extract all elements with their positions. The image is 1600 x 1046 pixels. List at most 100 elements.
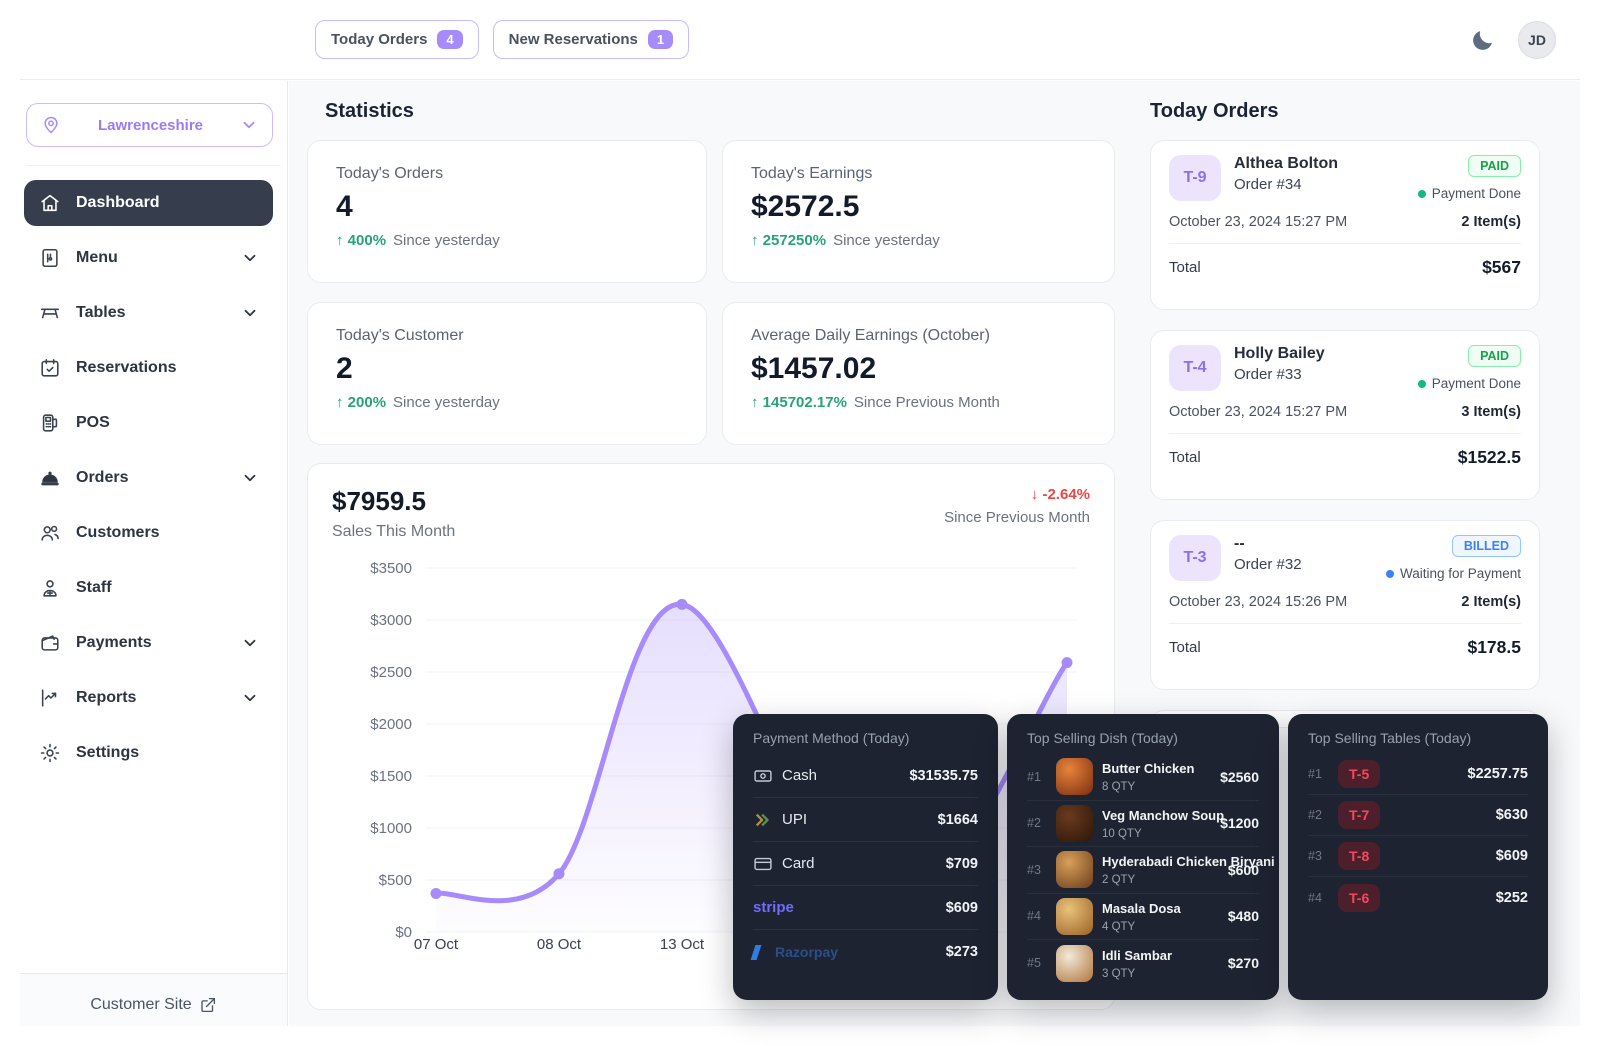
table-rank: #1 bbox=[1308, 767, 1328, 781]
table-badge: T-5 bbox=[1338, 760, 1380, 788]
stat-caption: Since Previous Month bbox=[854, 394, 1000, 411]
sidebar-item-staff[interactable]: Staff bbox=[24, 565, 273, 611]
sidebar-item-label: Orders bbox=[76, 469, 227, 487]
sidebar-item-menu[interactable]: Menu bbox=[24, 235, 273, 281]
chevron-down-icon bbox=[241, 249, 259, 267]
today-orders-button[interactable]: Today Orders 4 bbox=[315, 20, 479, 59]
order-number: Order #33 bbox=[1234, 366, 1325, 383]
svg-text:$500: $500 bbox=[379, 872, 412, 889]
table-amount: $630 bbox=[1496, 807, 1528, 823]
stat-card: Today's Earnings$2572.5↑ 257250%Since ye… bbox=[722, 140, 1115, 283]
stat-value: $1457.02 bbox=[751, 352, 1086, 386]
stat-label: Average Daily Earnings (October) bbox=[751, 327, 1086, 345]
top-table-rows: #1T-5$2257.75#2T-7$630#3T-8$609#4T-6$252 bbox=[1308, 754, 1528, 918]
dark-mode-toggle[interactable] bbox=[1468, 25, 1498, 55]
order-items-count: 2 Item(s) bbox=[1461, 214, 1521, 230]
dish-amount: $270 bbox=[1228, 955, 1259, 971]
cash-icon bbox=[753, 766, 773, 786]
table-badge: T-7 bbox=[1338, 801, 1380, 829]
order-number: Order #32 bbox=[1234, 556, 1302, 573]
dish-photo bbox=[1056, 851, 1093, 888]
sidebar-item-settings[interactable]: Settings bbox=[24, 730, 273, 776]
svg-text:$2000: $2000 bbox=[370, 716, 412, 733]
total-amount: $567 bbox=[1482, 257, 1521, 278]
customer-name: -- bbox=[1234, 535, 1302, 553]
sidebar-item-customers[interactable]: Customers bbox=[24, 510, 273, 556]
payment-method-row: Card$709 bbox=[753, 842, 978, 886]
total-label: Total bbox=[1169, 259, 1201, 276]
today-orders-list: T-9 Althea Bolton Order #34 PAID Payment… bbox=[1150, 140, 1540, 728]
sidebar-nav: Dashboard Menu Tables Reservations POS Orders… bbox=[20, 172, 287, 973]
svg-text:07 Oct: 07 Oct bbox=[414, 936, 459, 953]
total-label: Total bbox=[1169, 639, 1201, 656]
top-dish-row: #2Veg Manchow Soup10 QTY$1200 bbox=[1027, 801, 1259, 848]
payment-method-row: Razorpay$273 bbox=[753, 930, 978, 974]
total-amount: $1522.5 bbox=[1458, 447, 1521, 468]
payment-method-amount: $31535.75 bbox=[909, 768, 978, 784]
status-dot-icon bbox=[1386, 570, 1394, 578]
total-label: Total bbox=[1169, 449, 1201, 466]
top-table-row: #2T-7$630 bbox=[1308, 795, 1528, 836]
table-rank: #4 bbox=[1308, 891, 1328, 905]
sales-month-total: $7959.5 bbox=[332, 486, 455, 517]
sidebar-item-reports[interactable]: Reports bbox=[24, 675, 273, 721]
sidebar-item-label: Dashboard bbox=[76, 194, 259, 212]
dish-qty: 10 QTY bbox=[1102, 828, 1211, 840]
stat-card: Today's Orders4↑ 400%Since yesterday bbox=[307, 140, 707, 283]
svg-text:$0: $0 bbox=[395, 924, 412, 941]
payment-method-amount: $609 bbox=[946, 900, 978, 916]
table-amount: $609 bbox=[1496, 848, 1528, 864]
chevron-down-icon bbox=[241, 689, 259, 707]
dish-amount: $600 bbox=[1228, 862, 1259, 878]
calendar-check-icon bbox=[38, 356, 62, 380]
sales-month-label: Sales This Month bbox=[332, 523, 455, 541]
customer-site-link[interactable]: Customer Site bbox=[90, 996, 216, 1014]
sidebar-item-label: Customers bbox=[76, 524, 259, 542]
divider bbox=[1169, 623, 1521, 624]
sidebar-item-dashboard[interactable]: Dashboard bbox=[24, 180, 273, 226]
sidebar-item-label: Staff bbox=[76, 579, 259, 597]
statistics-heading: Statistics bbox=[325, 100, 414, 123]
stat-label: Today's Earnings bbox=[751, 165, 1086, 183]
order-datetime: October 23, 2024 15:27 PM bbox=[1169, 404, 1347, 420]
top-dish-row: #1Butter Chicken8 QTY$2560 bbox=[1027, 754, 1259, 801]
order-card[interactable]: T-3 -- Order #32 BILLED Waiting for Paym… bbox=[1150, 520, 1540, 690]
order-card[interactable]: T-9 Althea Bolton Order #34 PAID Payment… bbox=[1150, 140, 1540, 310]
topbar-buttons: Today Orders 4 New Reservations 1 bbox=[315, 20, 689, 59]
sidebar-item-payments[interactable]: Payments bbox=[24, 620, 273, 666]
sales-delta-caption: Since Previous Month bbox=[944, 509, 1090, 526]
sidebar-item-tables[interactable]: Tables bbox=[24, 290, 273, 336]
dish-photo bbox=[1056, 898, 1093, 935]
sidebar-item-orders[interactable]: Orders bbox=[24, 455, 273, 501]
table-badge: T-3 bbox=[1169, 535, 1221, 581]
stat-delta: ↑ 200% bbox=[336, 394, 386, 411]
location-selector[interactable]: Lawrenceshire bbox=[26, 103, 273, 147]
topbar-right: JD bbox=[1468, 21, 1580, 59]
payment-method-name: UPI bbox=[782, 811, 807, 828]
status-note: Payment Done bbox=[1432, 186, 1521, 201]
stat-card: Today's Customer2↑ 200%Since yesterday bbox=[307, 302, 707, 445]
top-dish-row: #3Hyderabadi Chicken Biryani2 QTY$600 bbox=[1027, 847, 1259, 894]
stripe-logo: stripe bbox=[753, 899, 794, 916]
sidebar-item-pos[interactable]: POS bbox=[24, 400, 273, 446]
stat-value: $2572.5 bbox=[751, 190, 1086, 224]
razorpay-logo bbox=[751, 945, 762, 960]
payment-method-row: Cash$31535.75 bbox=[753, 754, 978, 798]
topbar: Today Orders 4 New Reservations 1 JD bbox=[20, 0, 1580, 80]
new-reservations-button[interactable]: New Reservations 1 bbox=[493, 20, 689, 59]
stat-card-grid: Today's Orders4↑ 400%Since yesterday Toda… bbox=[307, 140, 1115, 445]
avatar-initials: JD bbox=[1528, 32, 1546, 48]
sales-delta-percent: -2.64% bbox=[1042, 486, 1090, 503]
home-icon bbox=[38, 191, 62, 215]
sidebar: Lawrenceshire Dashboard Menu Tables Reserva… bbox=[20, 81, 288, 1026]
card-icon bbox=[753, 854, 773, 874]
sidebar-item-reservations[interactable]: Reservations bbox=[24, 345, 273, 391]
svg-text:13 Oct: 13 Oct bbox=[660, 936, 705, 953]
user-avatar[interactable]: JD bbox=[1518, 21, 1556, 59]
order-card[interactable]: T-4 Holly Bailey Order #33 PAID Payment … bbox=[1150, 330, 1540, 500]
stat-label: Today's Customer bbox=[336, 327, 678, 345]
dish-qty: 4 QTY bbox=[1102, 921, 1181, 933]
staff-icon bbox=[38, 576, 62, 600]
table-badge: T-8 bbox=[1338, 842, 1380, 870]
table-amount: $2257.75 bbox=[1468, 766, 1528, 782]
